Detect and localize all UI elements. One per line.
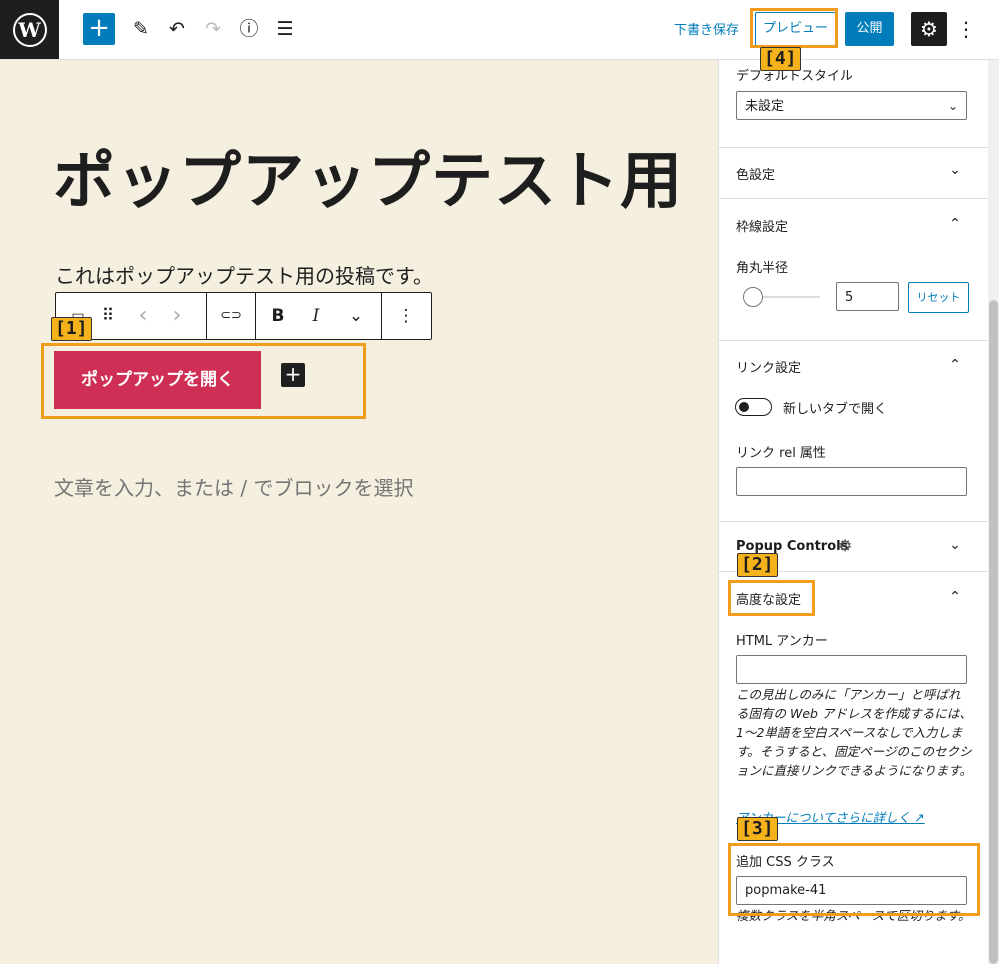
new-tab-label: 新しいタブで開く (783, 402, 888, 417)
block-inserter-button[interactable]: + (83, 13, 115, 45)
chevron-down-icon: ⌄ (947, 99, 958, 113)
wordpress-logo-icon: W (12, 12, 47, 47)
radius-reset-button[interactable]: リセット (908, 282, 969, 313)
default-style-value: 未設定 (745, 99, 785, 114)
toolbar-divider (206, 293, 207, 339)
chevron-up-icon[interactable]: ⌃ (945, 589, 965, 605)
bold-button[interactable]: B (266, 293, 290, 339)
edit-icon[interactable]: ✎ (128, 16, 154, 42)
block-placeholder[interactable]: 文章を入力、または / でブロックを選択 (54, 472, 413, 501)
wordpress-logo-button[interactable]: W (0, 0, 59, 59)
link-panel-title[interactable]: リンク設定 (736, 357, 801, 376)
rel-input[interactable] (736, 467, 967, 496)
panel-divider (719, 521, 988, 522)
html-anchor-label: HTML アンカー (736, 634, 828, 649)
highlight-4 (750, 8, 838, 48)
radius-label: 角丸半径 (736, 261, 789, 276)
list-view-icon[interactable]: ☰ (272, 16, 298, 42)
save-draft-button[interactable]: 下書き保存 (674, 19, 739, 38)
settings-gear-button[interactable]: ⚙ (911, 12, 947, 46)
annotation-tag-4: [4] (760, 47, 801, 71)
more-options-button[interactable]: ⋮ (956, 14, 976, 44)
italic-button[interactable]: I (304, 293, 328, 339)
panel-divider (719, 147, 988, 148)
toolbar-divider (381, 293, 382, 339)
post-title[interactable]: ポップアップテスト用 (53, 130, 683, 220)
drag-handle-icon[interactable]: ⠿ (96, 293, 120, 339)
html-anchor-input[interactable] (736, 655, 967, 684)
rel-label: リンク rel 属性 (736, 446, 826, 461)
panel-divider (719, 198, 988, 199)
move-next-icon[interactable]: › (164, 293, 190, 339)
external-link-icon: ↗ (914, 810, 925, 825)
link-icon[interactable]: ⊂⊃ (216, 293, 246, 339)
undo-icon[interactable]: ↶ (164, 16, 190, 42)
chevron-down-icon[interactable]: ⌄ (945, 537, 965, 553)
chevron-down-icon[interactable]: ⌄ (344, 293, 368, 339)
sidebar-scrollbar-thumb[interactable] (989, 300, 998, 964)
redo-icon[interactable]: ↷ (200, 16, 226, 42)
move-prev-icon[interactable]: ‹ (130, 293, 156, 339)
gear-icon: ⚙ (920, 17, 938, 41)
toolbar-divider (255, 293, 256, 339)
gear-icon: ⚙ (838, 536, 853, 555)
block-options-button[interactable]: ⋮ (394, 293, 418, 339)
color-panel-title[interactable]: 色設定 (736, 164, 775, 183)
highlight-1 (41, 343, 366, 419)
paragraph-block[interactable]: これはポップアップテスト用の投稿です。 (55, 260, 433, 289)
popup-controls-title[interactable]: Popup Controls (736, 539, 848, 554)
radius-slider-thumb[interactable] (743, 287, 763, 307)
info-icon[interactable]: ⓘ (236, 16, 262, 42)
annotation-tag-3: [3] (737, 817, 778, 841)
publish-button[interactable]: 公開 (845, 12, 894, 46)
annotation-tag-2: [2] (737, 553, 778, 577)
highlight-3 (728, 843, 980, 916)
highlight-2 (728, 580, 815, 616)
default-style-select[interactable]: 未設定 ⌄ (736, 91, 967, 120)
radius-number-input[interactable]: 5 (836, 282, 899, 311)
chevron-up-icon[interactable]: ⌃ (945, 216, 965, 232)
chevron-down-icon[interactable]: ⌄ (945, 162, 965, 178)
new-tab-toggle[interactable] (735, 398, 772, 416)
anchor-help-text: この見出しのみに「アンカー」と呼ばれる固有の Web アドレスを作成するには、1… (736, 687, 973, 778)
annotation-tag-1: [1] (51, 317, 92, 341)
toggle-knob (739, 402, 749, 412)
chevron-up-icon[interactable]: ⌃ (945, 357, 965, 373)
block-toolbar: ▭ ⠿ ‹ › ⊂⊃ B I ⌄ ⋮ (55, 292, 432, 340)
panel-divider (719, 340, 988, 341)
border-panel-title[interactable]: 枠線設定 (736, 216, 788, 235)
